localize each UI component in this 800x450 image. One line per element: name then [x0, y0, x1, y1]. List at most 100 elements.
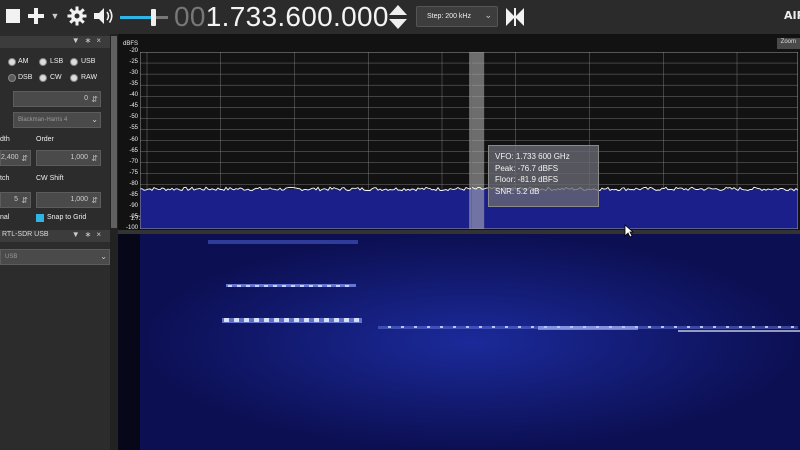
waterfall-trace	[208, 240, 358, 244]
snap-to-grid-checkbox[interactable]	[36, 214, 44, 222]
frequency-step-arrows[interactable]	[388, 4, 408, 30]
waterfall-trace	[678, 330, 800, 332]
y-tick-label: -50	[129, 114, 138, 121]
waterfall-trace	[246, 285, 250, 287]
add-menu-caret[interactable]: ▼	[50, 9, 60, 23]
tooltip-peak: Peak: -76.7 dBFS	[495, 163, 559, 173]
step-select-label: Step: 200 kHz	[427, 13, 471, 20]
waterfall-trace	[479, 326, 482, 328]
y-tick-label: -30	[129, 70, 138, 77]
y-tick-label: -55	[129, 125, 138, 132]
add-button[interactable]	[25, 5, 47, 27]
radio-dsb[interactable]	[8, 74, 16, 82]
y-tick-label: -75	[129, 169, 138, 176]
waterfall-trace	[354, 318, 359, 322]
waterfall-trace	[294, 318, 299, 322]
waterfall-trace	[291, 285, 295, 287]
radio-dsb-label: DSB	[18, 74, 33, 81]
spectrum-plot[interactable]	[140, 52, 798, 229]
frequency-display[interactable]: 001.733.600.000	[174, 0, 389, 34]
waterfall-trace	[244, 318, 249, 322]
y-tick-label: -35	[129, 81, 138, 88]
radio-raw[interactable]	[70, 74, 78, 82]
waterfall-trace	[453, 326, 456, 328]
window-select[interactable]: Blackman-Harris 4 ⌄	[13, 112, 101, 128]
spin-arrows-icon[interactable]: ⇵	[91, 93, 98, 107]
waterfall-trace	[327, 285, 331, 287]
spin-arrows-icon[interactable]: ⇵	[21, 194, 28, 208]
waterfall-trace	[538, 326, 638, 330]
waterfall-trace	[345, 285, 349, 287]
y-tick-label: -70	[129, 158, 138, 165]
spin-arrows-icon[interactable]: ⇵	[21, 152, 28, 166]
y-tick-label: -40	[129, 92, 138, 99]
cw-shift-field[interactable]: 1,000 ⇵	[36, 192, 101, 208]
panel-header-buttons[interactable]: ▼∗×	[72, 36, 106, 45]
stop-icon	[6, 9, 20, 23]
waterfall-view[interactable]	[118, 234, 800, 450]
swap-icon[interactable]	[504, 6, 526, 28]
radio-usb-label: USB	[81, 58, 96, 65]
waterfall-trace	[778, 326, 781, 328]
radio-cw[interactable]	[39, 74, 47, 82]
waterfall-trace	[401, 326, 404, 328]
frequency-value[interactable]: 1.733.600.000	[206, 1, 389, 32]
y-tick-label: -25	[129, 59, 138, 66]
filter-order-field[interactable]: 1,000 ⇵	[36, 150, 101, 166]
volume-fill	[120, 16, 153, 19]
frequency-leading-zeros: 00	[174, 1, 206, 32]
waterfall-trace	[237, 285, 241, 287]
step-down-icon[interactable]	[389, 19, 407, 29]
step-up-icon[interactable]	[389, 5, 407, 15]
y-axis-label: dBFS	[123, 41, 139, 47]
width-label: dth	[0, 136, 10, 143]
spin-arrows-icon[interactable]: ⇵	[91, 194, 98, 208]
radio-cw-label: CW	[50, 74, 62, 81]
vfo-tooltip: VFO: 1.733 600 GHz Peak: -76.7 dBFS Floo…	[488, 145, 599, 207]
waterfall-trace	[274, 318, 279, 322]
waterfall-trace	[255, 285, 259, 287]
waterfall-trace	[661, 326, 664, 328]
waterfall-trace	[309, 285, 313, 287]
filter-order-value: 1,000	[70, 154, 88, 161]
left-panel: ▼∗× AM LSB USB DSB CW RAW 0 ⇵ Blackman-H…	[0, 34, 118, 450]
waterfall-trace	[492, 326, 495, 328]
mute-button[interactable]	[93, 5, 115, 27]
stop-button[interactable]	[2, 5, 24, 27]
waterfall-trace	[314, 318, 319, 322]
radio-lsb-label: LSB	[50, 58, 64, 65]
filter-width-field[interactable]: 2,400 ⇵	[0, 150, 31, 166]
speaker-icon	[94, 8, 113, 24]
chevron-down-icon: ⌄	[484, 10, 492, 20]
latch-value: 5	[14, 196, 18, 203]
latch-field[interactable]: 5 ⇵	[0, 192, 31, 208]
volume-slider[interactable]	[120, 8, 168, 26]
source-select[interactable]: USB ⌄	[0, 249, 110, 265]
waterfall-trace	[228, 285, 232, 287]
scrollbar-thumb[interactable]	[111, 36, 117, 228]
waterfall-trace	[234, 318, 239, 322]
volume-thumb[interactable]	[150, 9, 156, 26]
radio-usb[interactable]	[70, 58, 78, 66]
panel-header-buttons[interactable]: ▼∗×	[72, 230, 106, 239]
bandwidth-field[interactable]: 0 ⇵	[13, 91, 101, 107]
radio-am[interactable]	[8, 58, 16, 66]
waterfall-trace	[284, 318, 289, 322]
zoom-button[interactable]: Zoom	[776, 38, 800, 49]
step-select[interactable]: Step: 200 kHz ⌄	[416, 6, 498, 27]
waterfall-trace	[336, 285, 340, 287]
waterfall-trace	[713, 326, 716, 328]
waterfall-trace	[726, 326, 729, 328]
cut-label: nal	[0, 214, 10, 221]
waterfall-trace	[264, 318, 269, 322]
settings-button[interactable]	[66, 5, 88, 27]
waterfall-trace	[222, 318, 362, 323]
latch-label: tch	[0, 175, 10, 182]
spin-arrows-icon[interactable]: ⇵	[91, 152, 98, 166]
source-panel-header: RTL-SDR USB ▼∗×	[0, 230, 110, 242]
radio-lsb[interactable]	[39, 58, 47, 66]
spectrum-view[interactable]: dBFS Zoom -20 -25 -30 -35 -40 -45 -50 -55 -60 -65…	[118, 34, 800, 231]
waterfall-trace	[427, 326, 430, 328]
left-panel-scrollbar[interactable]	[110, 34, 118, 450]
filter-width-value: 2,400	[1, 154, 19, 161]
